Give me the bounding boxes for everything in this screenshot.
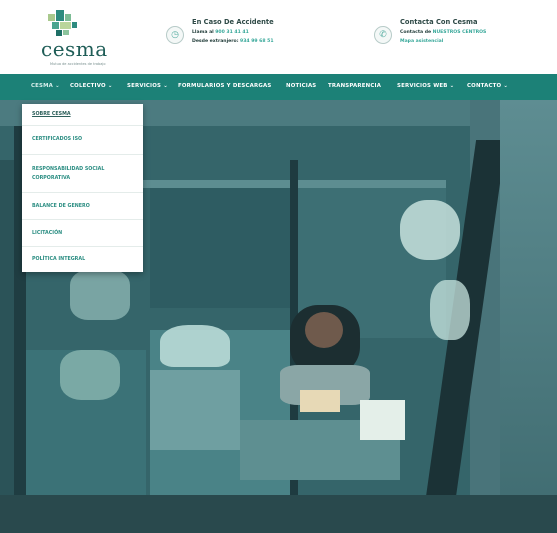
clock-icon: ◷ (166, 26, 184, 44)
cesma-logo[interactable]: cesma Mutua de accidentes de trabajo (26, 10, 136, 68)
nav-item-formularios[interactable]: FORMULARIOS Y DESCARGAS (178, 83, 271, 89)
accident-phone-line: Llama al 900 31 41 41 (192, 30, 249, 35)
chevron-down-icon: ⌄ (55, 83, 60, 89)
accident-phone[interactable]: 900 31 41 41 (215, 30, 249, 35)
dropdown-item-balance-genero[interactable]: BALANCE DE GENERO (22, 193, 143, 220)
phone-icon: ✆ (374, 26, 392, 44)
dropdown-item-licitacion[interactable]: LICITACIÓN (22, 220, 143, 247)
chevron-down-icon: ⌄ (449, 83, 455, 89)
contact-title: Contacta Con Cesma (400, 18, 478, 26)
nav-item-transparencia[interactable]: TRANSPARENCIA (328, 83, 381, 89)
abroad-phone[interactable]: 934 99 68 51 (240, 39, 274, 44)
map-link[interactable]: Mapa asistencial (400, 39, 443, 44)
contact-centers-line: Contacta de NUESTROS CENTROS (400, 30, 487, 35)
dropdown-item-sobre-cesma[interactable]: SOBRE CESMA (22, 104, 143, 126)
nav-item-servicios-web[interactable]: SERVICIOS WEB ⌄ (397, 83, 454, 89)
contact-map-line: Mapa asistencial (400, 39, 443, 44)
nav-item-colectivo[interactable]: COLECTIVO ⌄ (70, 83, 113, 89)
nav-item-servicios[interactable]: SERVICIOS ⌄ (127, 83, 168, 89)
cesma-dropdown-menu: SOBRE CESMA CERTIFICADOS ISO RESPONSABIL… (22, 104, 143, 272)
main-nav: CESMA ⌄ COLECTIVO ⌄ SERVICIOS ⌄ FORMULAR… (0, 74, 557, 100)
chevron-down-icon: ⌄ (503, 83, 509, 89)
accident-title: En Caso De Accidente (192, 18, 274, 26)
logo-subtitle: Mutua de accidentes de trabajo (50, 62, 106, 66)
dropdown-item-certificados-iso[interactable]: CERTIFICADOS ISO (22, 126, 143, 155)
accident-abroad-line: Desde extranjero: 934 99 68 51 (192, 39, 274, 44)
logo-text: cesma (41, 37, 108, 61)
site-header: cesma Mutua de accidentes de trabajo ◷ E… (0, 0, 557, 74)
nav-item-noticias[interactable]: NOTICIAS (286, 83, 316, 89)
chevron-down-icon: ⌄ (107, 83, 113, 89)
logo-mark (36, 10, 92, 40)
chevron-down-icon: ⌄ (163, 83, 168, 89)
dropdown-item-politica-integral[interactable]: POLÍTICA INTEGRAL (22, 247, 143, 272)
dropdown-item-responsabilidad-social[interactable]: RESPONSABILIDAD SOCIAL CORPORATIVA (22, 155, 143, 193)
centers-link[interactable]: NUESTROS CENTROS (433, 30, 487, 35)
nav-item-cesma[interactable]: CESMA ⌄ (31, 83, 60, 89)
nav-item-contacto[interactable]: CONTACTO ⌄ (467, 83, 508, 89)
